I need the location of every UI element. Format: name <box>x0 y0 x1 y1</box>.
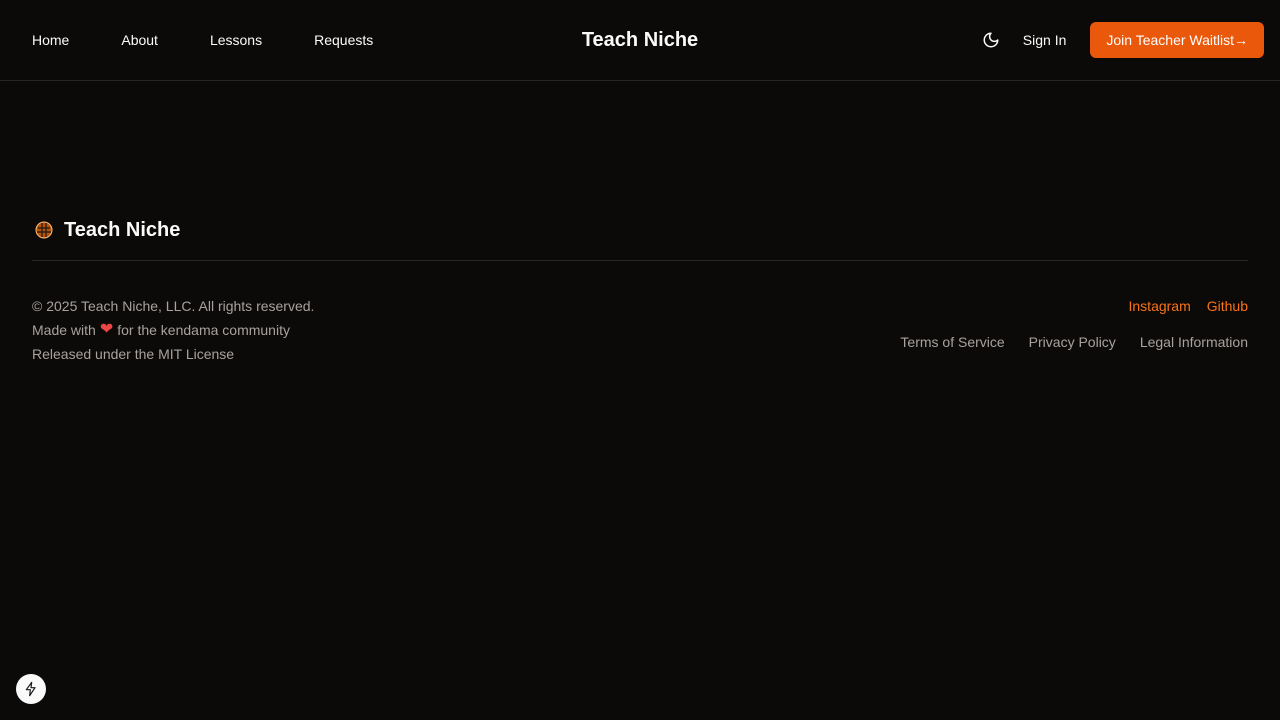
legal-links: Terms of Service Privacy Policy Legal In… <box>876 330 1248 354</box>
copyright-text: © 2025 Teach Niche, LLC. All rights rese… <box>32 298 315 314</box>
moon-icon <box>983 32 999 48</box>
footer-info: © 2025 Teach Niche, LLC. All rights rese… <box>32 294 314 366</box>
legal-information-link[interactable]: Legal Information <box>1140 330 1248 354</box>
sign-in-link[interactable]: Sign In <box>1023 32 1067 48</box>
arrow-right-icon: → <box>1234 32 1248 48</box>
theme-toggle-button[interactable] <box>973 22 1009 58</box>
header-brand[interactable]: Teach Niche <box>582 29 698 52</box>
social-links: Instagram Github <box>876 294 1249 318</box>
main-nav: Home About Lessons Requests <box>32 0 373 80</box>
made-with-prefix: Made with <box>32 322 96 338</box>
lightning-icon <box>25 681 36 697</box>
footer-links: Instagram Github Terms of Service Privac… <box>876 294 1248 354</box>
nav-link-requests[interactable]: Requests <box>314 32 373 48</box>
made-with-line: Made with ❤ for the kendama community <box>32 318 314 342</box>
nav-link-home[interactable]: Home <box>32 32 69 48</box>
site-footer: Teach Niche © 2025 Teach Niche, LLC. All… <box>32 208 1248 374</box>
site-header: Home About Lessons Requests Teach Niche … <box>0 0 1280 81</box>
nav-link-lessons[interactable]: Lessons <box>210 32 262 48</box>
privacy-policy-link[interactable]: Privacy Policy <box>1029 330 1116 354</box>
github-link[interactable]: Github <box>1207 294 1248 318</box>
dev-tools-button[interactable] <box>16 674 46 704</box>
header-actions: Sign In Join Teacher Waitlist → <box>973 0 1264 80</box>
terms-of-service-link[interactable]: Terms of Service <box>900 330 1004 354</box>
join-waitlist-label: Join Teacher Waitlist <box>1106 32 1234 48</box>
footer-brand-row: Teach Niche <box>32 208 1248 261</box>
footer-brand-name: Teach Niche <box>64 218 181 241</box>
footer-body: © 2025 Teach Niche, LLC. All rights rese… <box>32 294 1248 374</box>
made-with-suffix: for the kendama community <box>117 322 290 338</box>
instagram-link[interactable]: Instagram <box>1129 294 1191 318</box>
license-text: Released under the MIT License <box>32 346 235 362</box>
nav-link-about[interactable]: About <box>121 32 158 48</box>
kendama-logo-icon <box>32 218 56 242</box>
join-waitlist-button[interactable]: Join Teacher Waitlist → <box>1090 22 1264 58</box>
heart-icon: ❤ <box>99 321 114 338</box>
